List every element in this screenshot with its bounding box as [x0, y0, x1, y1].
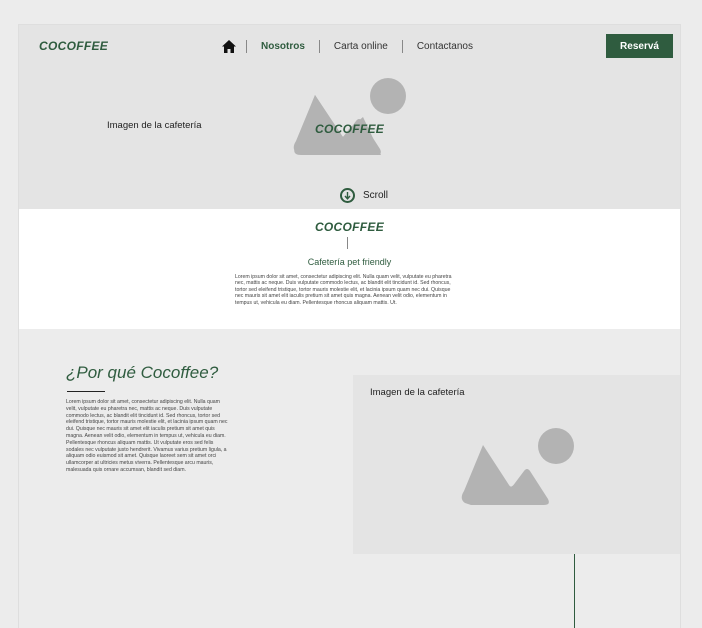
nav-item-contactanos[interactable]: Contactanos	[417, 41, 473, 52]
intro-subtitle: Cafetería pet friendly	[307, 257, 392, 267]
arrow-down-circle-icon	[340, 188, 355, 203]
hero-section: COCOFFEE Nosotros Carta online Contactan…	[19, 25, 680, 209]
scroll-button[interactable]: Scroll	[340, 188, 388, 203]
why-image-caption: Imagen de la cafetería	[370, 387, 465, 398]
nav-item-nosotros[interactable]: Nosotros	[261, 41, 305, 52]
intro-section: COCOFFEE Cafetería pet friendly Lorem ip…	[19, 209, 680, 329]
why-title: ¿Por qué Cocoffee?	[66, 363, 219, 382]
image-placeholder-icon	[461, 428, 574, 505]
why-image-panel: Imagen de la cafetería	[353, 375, 680, 554]
hero-image-caption: Imagen de la cafetería	[107, 120, 202, 131]
why-title-underline	[67, 391, 105, 392]
why-body: Lorem ipsum dolor sit amet, consectetur …	[66, 399, 228, 473]
scroll-label: Scroll	[363, 190, 389, 201]
nav-item-carta-online[interactable]: Carta online	[334, 41, 388, 52]
main-nav: Nosotros Carta online Contactanos	[222, 37, 473, 55]
home-icon[interactable]	[222, 39, 236, 53]
nav-divider	[401, 39, 403, 53]
intro-body: Lorem ipsum dolor sit amet, consectetur …	[235, 274, 452, 306]
hero-brand: COCOFFEE	[315, 122, 385, 136]
intro-brand: COCOFFEE	[314, 220, 385, 234]
decorative-line	[574, 554, 575, 628]
logo[interactable]: COCOFFEE	[39, 39, 108, 53]
intro-divider	[347, 237, 348, 249]
page-frame: COCOFFEE Nosotros Carta online Contactan…	[18, 24, 681, 628]
nav-divider	[246, 39, 247, 53]
reserve-button[interactable]: Reservá	[606, 34, 673, 58]
nav-divider	[318, 39, 320, 53]
image-placeholder-icon	[293, 78, 406, 155]
